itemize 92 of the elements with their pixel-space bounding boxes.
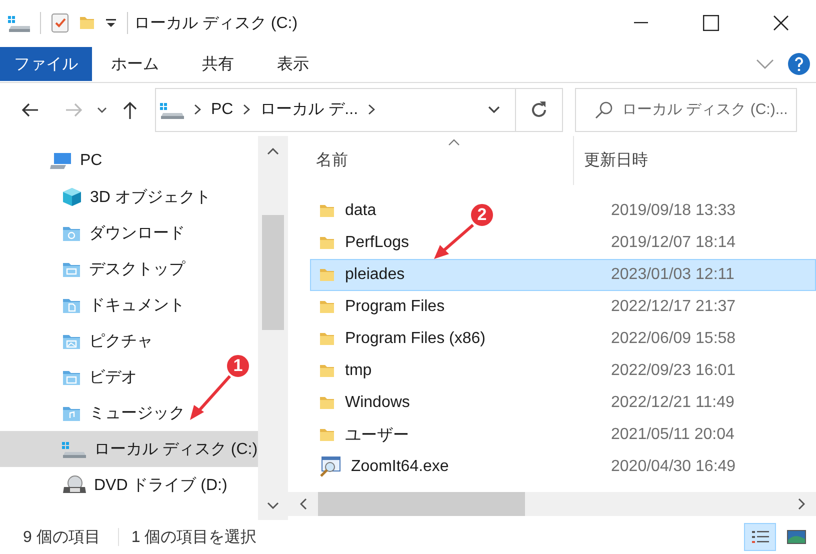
chevron-down-icon[interactable] — [267, 502, 279, 508]
ribbon-tab[interactable]: ホーム — [92, 47, 178, 81]
modified-date: 2021/05/11 20:04 — [611, 426, 734, 444]
file-name: Program Files (x86) — [345, 330, 486, 348]
file-name: Program Files — [345, 298, 445, 316]
folder-icon — [319, 234, 335, 252]
modified-date: 2023/01/03 12:11 — [611, 266, 734, 284]
breadcrumb[interactable]: PC — [211, 100, 234, 118]
chevron-right-icon[interactable] — [243, 104, 250, 115]
address-bar[interactable]: PC ローカル デ... — [155, 88, 563, 132]
nav-item[interactable]: PC — [0, 143, 108, 179]
chevron-right-icon[interactable] — [194, 104, 201, 115]
details-icon[interactable] — [750, 529, 770, 545]
modified-date: 2022/12/17 21:37 — [611, 298, 736, 316]
folder-icon — [319, 202, 335, 220]
document-folder-icon — [62, 296, 81, 314]
up-icon[interactable] — [123, 100, 137, 118]
download-folder-icon — [62, 224, 81, 242]
caret-icon[interactable] — [105, 18, 117, 28]
column-header[interactable]: 名前 — [288, 136, 574, 185]
pc-icon — [50, 152, 72, 170]
chevron-right-icon[interactable] — [798, 498, 804, 510]
window-title: ローカル ディスク (C:) — [134, 14, 299, 34]
annotation-arrow — [434, 224, 474, 259]
drive-icon — [160, 100, 184, 118]
details-view-button[interactable] — [744, 523, 776, 551]
folder-icon — [319, 394, 335, 412]
folder-icon — [319, 362, 335, 380]
annotation-arrow — [190, 375, 232, 420]
scrollbar-thumb[interactable] — [262, 215, 284, 330]
help-icon[interactable] — [788, 53, 810, 75]
nav-item[interactable]: DVD ドライブ (D:) — [0, 467, 234, 503]
nav-item[interactable]: ピクチャ — [0, 323, 159, 359]
search-icon[interactable] — [595, 100, 613, 118]
properties-icon[interactable] — [51, 13, 69, 33]
nav-item[interactable]: ローカル ディスク (C:) — [0, 431, 258, 467]
modified-date: 2019/09/18 13:33 — [611, 202, 736, 220]
chevron-right-icon[interactable] — [368, 104, 376, 115]
chevron-up-icon[interactable] — [267, 148, 279, 154]
step-badge: 1 — [225, 353, 251, 379]
file-name: tmp — [345, 362, 372, 380]
close-icon — [773, 15, 789, 31]
video-folder-icon — [62, 368, 81, 386]
scrollbar-thumb[interactable] — [318, 492, 525, 516]
picture-folder-icon — [62, 332, 81, 350]
nav-item[interactable]: ミュージック — [0, 395, 191, 431]
step-badge: 2 — [469, 202, 495, 228]
maximize-icon — [703, 15, 719, 31]
modified-date: 2022/06/09 15:58 — [611, 330, 736, 348]
chevron-left-icon[interactable] — [300, 498, 306, 510]
large-icons-icon[interactable] — [786, 529, 806, 545]
back-icon[interactable] — [21, 102, 39, 116]
nav-item[interactable]: ビデオ — [0, 359, 143, 395]
selection-count: 1 個の項目を選択 — [131, 528, 257, 548]
ribbon-tab[interactable]: 表示 — [258, 47, 328, 81]
nav-item[interactable]: デスクトップ — [0, 251, 191, 287]
modified-date: 2019/12/07 18:14 — [611, 234, 736, 252]
file-menu-button[interactable]: ファイル — [0, 47, 92, 81]
modified-date: 2022/12/21 11:49 — [611, 394, 734, 412]
ribbon-tab[interactable]: 共有 — [183, 47, 253, 81]
file-name: ZoomIt64.exe — [351, 458, 449, 476]
nav-item[interactable]: ドキュメント — [0, 287, 191, 323]
drive-icon — [62, 440, 86, 458]
file-name: data — [345, 202, 376, 220]
modified-date: 2020/04/30 16:49 — [611, 458, 736, 476]
modified-date: 2022/09/23 16:01 — [611, 362, 736, 380]
nav-item[interactable]: 3D オブジェクト — [0, 179, 217, 215]
refresh-icon[interactable] — [530, 100, 548, 118]
item-count: 9 個の項目 — [23, 528, 100, 548]
minimize-icon — [634, 22, 648, 24]
drive-icon[interactable] — [8, 14, 30, 32]
dvd-drive-icon — [62, 475, 86, 495]
folder-icon — [319, 298, 335, 316]
recent-locations-icon[interactable] — [97, 106, 107, 112]
folder-icon — [319, 426, 335, 444]
chevron-down-icon[interactable] — [488, 106, 500, 114]
column-header[interactable]: 更新日時 — [574, 136, 648, 185]
desktop-folder-icon — [62, 260, 81, 278]
file-name: PerfLogs — [345, 234, 410, 252]
search-field[interactable]: ローカル ディスク (C:)... — [575, 88, 797, 132]
cube-icon — [62, 187, 82, 207]
file-row[interactable]: pleiades 2023/01/03 12:11 — [310, 259, 816, 291]
sort-caret-icon — [448, 139, 460, 146]
folder-icon — [319, 266, 335, 284]
application-icon — [319, 456, 341, 478]
music-folder-icon — [62, 404, 81, 422]
nav-item[interactable]: ダウンロード — [0, 215, 191, 251]
file-name: Windows — [345, 394, 410, 412]
file-name: pleiades — [345, 266, 405, 284]
breadcrumb[interactable]: ローカル デ... — [260, 99, 358, 120]
folder-icon — [319, 330, 335, 348]
file-name: ユーザー — [345, 426, 409, 446]
